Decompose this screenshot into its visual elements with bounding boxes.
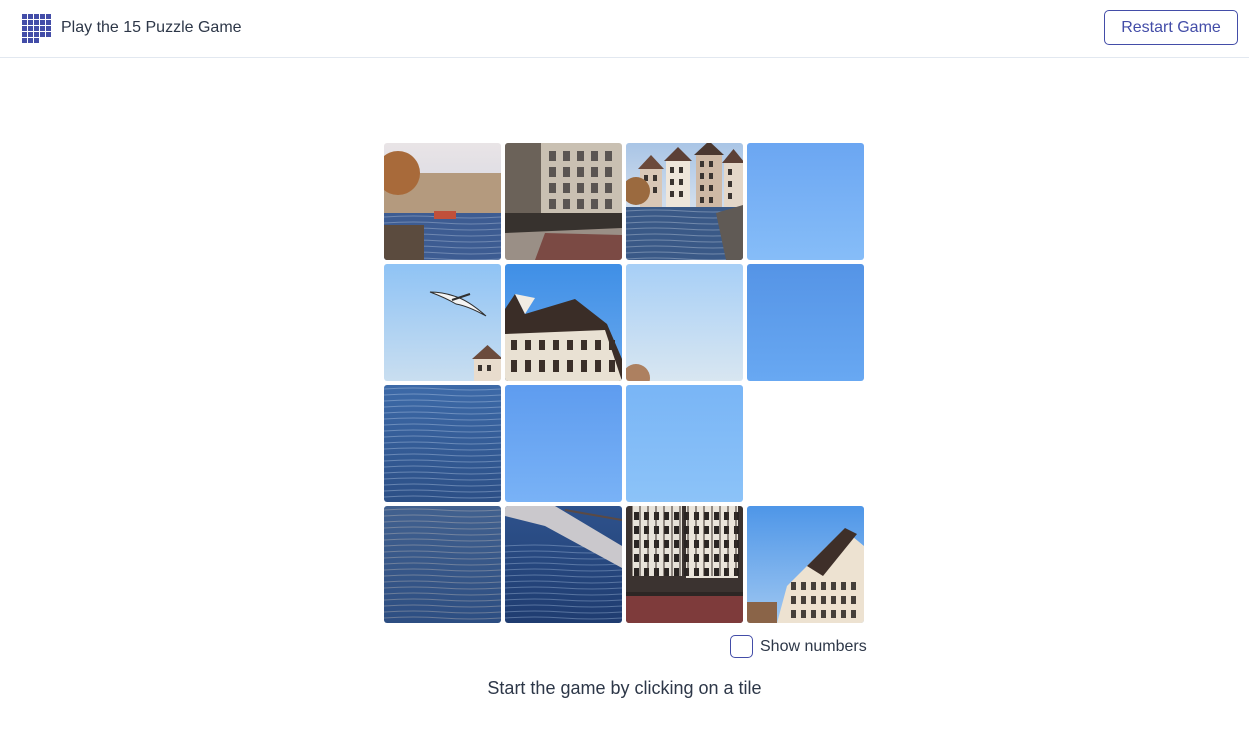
puzzle-tile[interactable] (384, 143, 501, 260)
puzzle-tile[interactable] (505, 506, 622, 623)
page-title: Play the 15 Puzzle Game (61, 19, 242, 36)
puzzle-tile[interactable] (505, 264, 622, 381)
tile-image (626, 143, 743, 260)
puzzle-tile[interactable] (626, 143, 743, 260)
tile-image (505, 506, 622, 623)
puzzle-tile[interactable] (505, 143, 622, 260)
grid-puzzle-icon[interactable] (22, 14, 51, 43)
puzzle-tile[interactable] (626, 506, 743, 623)
status-message: Start the game by clicking on a tile (487, 678, 762, 698)
puzzle-tile[interactable] (384, 385, 501, 502)
puzzle-tile[interactable] (747, 143, 864, 260)
tile-image (505, 385, 622, 502)
tile-image (384, 506, 501, 623)
tile-image (747, 264, 864, 381)
tile-image (384, 264, 501, 381)
tile-image (747, 506, 864, 623)
tile-image (505, 143, 622, 260)
puzzle-tile[interactable] (626, 385, 743, 502)
app-header: Play the 15 Puzzle Game Restart Game (0, 0, 1249, 58)
restart-game-button[interactable]: Restart Game (1104, 10, 1238, 45)
puzzle-tile[interactable] (747, 506, 864, 623)
tile-image (505, 264, 622, 381)
puzzle-tile[interactable] (626, 264, 743, 381)
puzzle-tile[interactable] (747, 264, 864, 381)
show-numbers-checkbox[interactable] (730, 635, 753, 658)
puzzle-tile[interactable] (505, 385, 622, 502)
puzzle-tile[interactable] (384, 506, 501, 623)
puzzle-tile[interactable] (384, 264, 501, 381)
tile-image (384, 143, 501, 260)
tile-image (384, 385, 501, 502)
tile-image (747, 143, 864, 260)
puzzle-board (384, 143, 865, 623)
tile-image (626, 506, 743, 623)
tile-image (626, 385, 743, 502)
show-numbers-label[interactable]: Show numbers (760, 638, 867, 656)
tile-image (626, 264, 743, 381)
